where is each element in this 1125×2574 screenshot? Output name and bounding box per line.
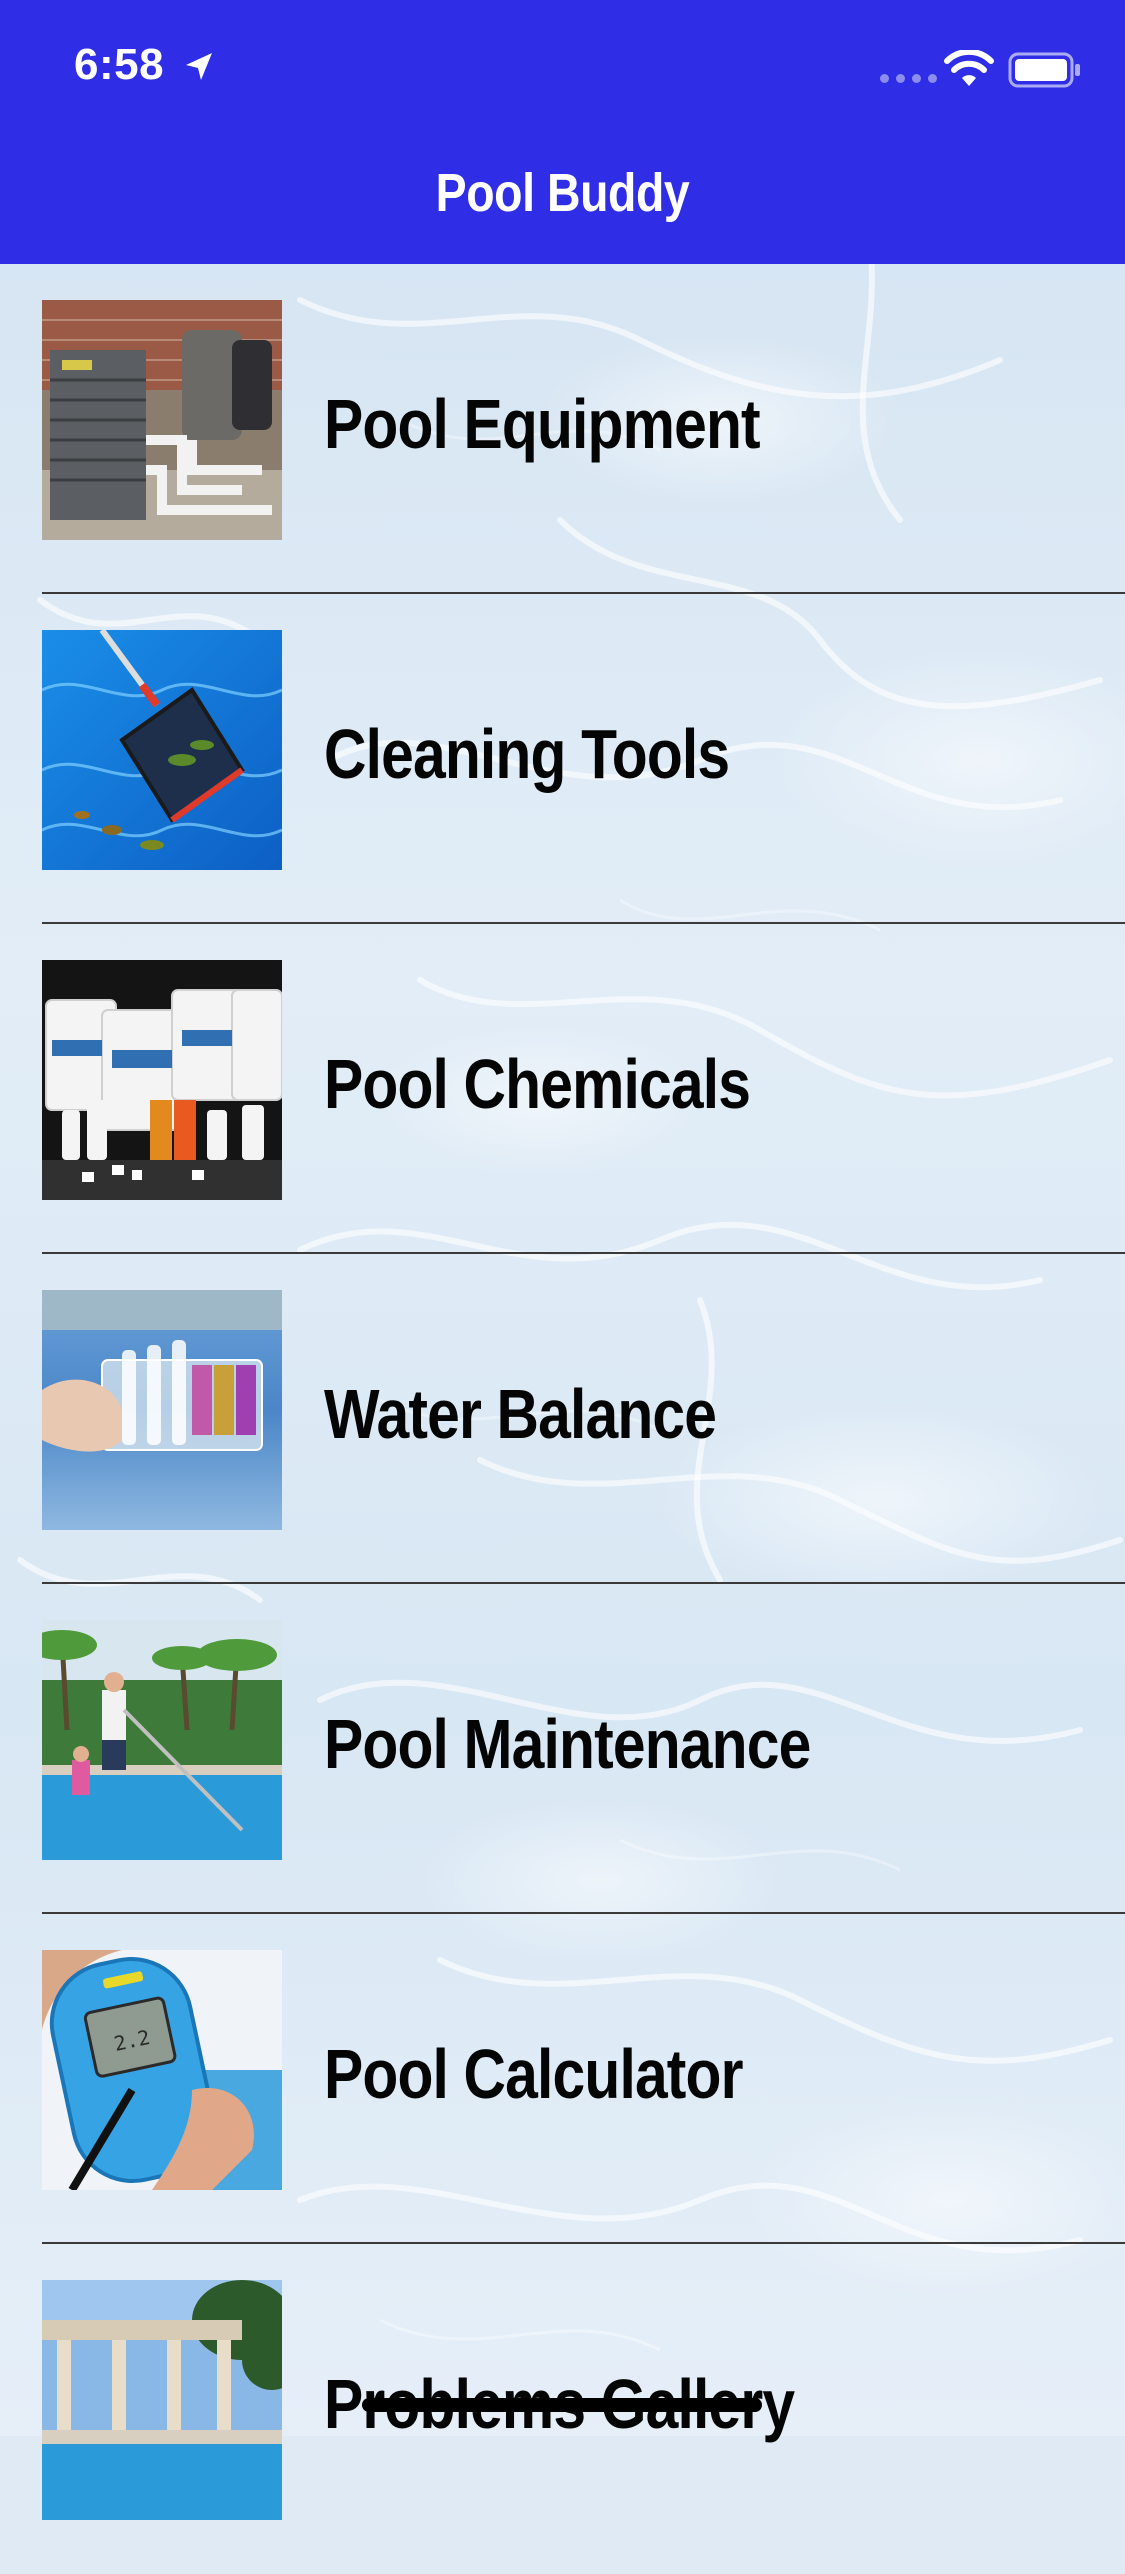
- problems-gallery-image: [42, 2280, 282, 2520]
- battery-icon: [1008, 52, 1082, 93]
- pool-chemicals-image: [42, 960, 282, 1200]
- wifi-icon: [944, 48, 994, 93]
- cleaning-tools-image: [42, 630, 282, 870]
- menu-item-label: Pool Calculator: [324, 2035, 744, 2113]
- home-indicator[interactable]: [362, 2398, 762, 2412]
- menu-item-pool-maintenance[interactable]: Pool Maintenance: [0, 1584, 1125, 1914]
- menu-item-cleaning-tools[interactable]: Cleaning Tools: [0, 594, 1125, 924]
- menu-item-label: Pool Equipment: [324, 385, 761, 463]
- pool-maintenance-image: [42, 1620, 282, 1860]
- page-title: Pool Buddy: [435, 163, 690, 223]
- menu-item-label: Pool Chemicals: [324, 1045, 751, 1123]
- pool-equipment-image: [42, 300, 282, 540]
- menu-item-label: Pool Maintenance: [324, 1705, 811, 1783]
- cellular-signal-icon: [880, 74, 937, 83]
- menu-item-label: Water Balance: [324, 1375, 717, 1453]
- navigation-bar: Pool Buddy: [0, 132, 1125, 264]
- pool-calculator-image: 2.2: [42, 1950, 282, 2190]
- menu-item-pool-calculator[interactable]: 2.2 Pool Calculator: [0, 1914, 1125, 2244]
- status-time: 6:58: [74, 40, 165, 89]
- water-balance-image: [42, 1290, 282, 1530]
- location-arrow-icon: [182, 50, 216, 89]
- status-bar: 6:58: [0, 0, 1125, 132]
- menu-item-pool-chemicals[interactable]: Pool Chemicals: [0, 924, 1125, 1254]
- menu-item-water-balance[interactable]: Water Balance: [0, 1254, 1125, 1584]
- menu-item-pool-equipment[interactable]: Pool Equipment: [0, 264, 1125, 594]
- menu-item-label: Cleaning Tools: [324, 715, 730, 793]
